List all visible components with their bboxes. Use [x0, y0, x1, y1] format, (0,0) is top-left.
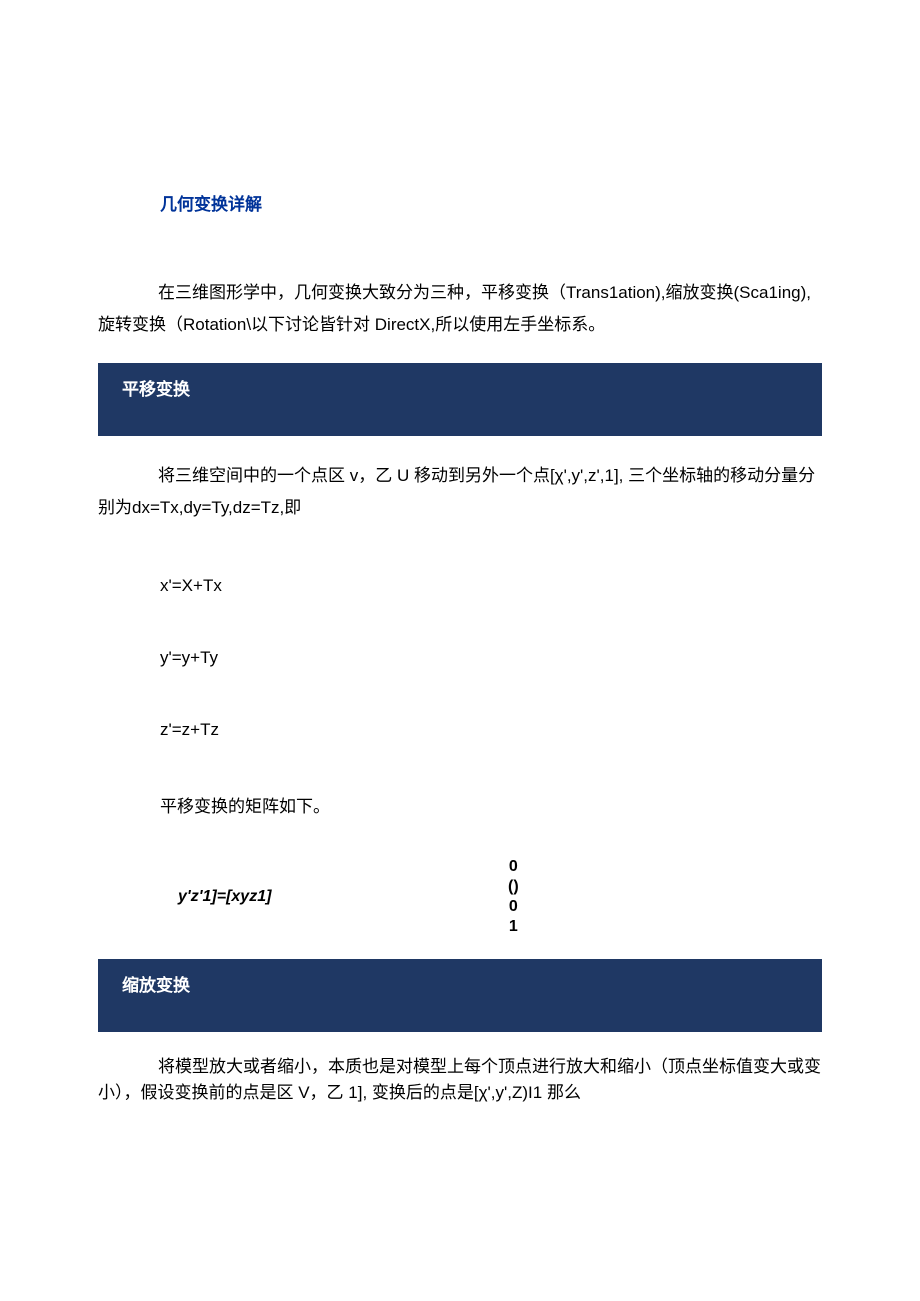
section-header-scaling: 缩放变换 — [98, 959, 822, 1032]
translation-para2: 平移变换的矩阵如下。 — [160, 792, 822, 817]
scaling-para1: 将模型放大或者缩小，本质也是对模型上每个顶点进行放大和缩小（顶点坐标值变大或变小… — [98, 1054, 822, 1106]
translation-para1: 将三维空间中的一个点区 v，乙 U 移动到另外一个点[χ',y',z',1], … — [98, 460, 822, 524]
intro-paragraph: 在三维图形学中，几何变换大致分为三种，平移变换（Trans1ation),缩放变… — [98, 277, 822, 341]
translation-eq3: z'=z+Tz — [160, 720, 822, 740]
matrix-right-col: 0 () 0 1 — [508, 857, 519, 937]
translation-matrix: y'z'1]=[xyz1] 0 () 0 1 — [98, 857, 822, 937]
translation-eq2: y'=y+Ty — [160, 648, 822, 668]
translation-eq1: x'=X+Tx — [160, 576, 822, 596]
matrix-left-expr: y'z'1]=[xyz1] — [178, 888, 438, 906]
section-header-translation: 平移变换 — [98, 363, 822, 436]
doc-title: 几何变换详解 — [160, 190, 822, 215]
